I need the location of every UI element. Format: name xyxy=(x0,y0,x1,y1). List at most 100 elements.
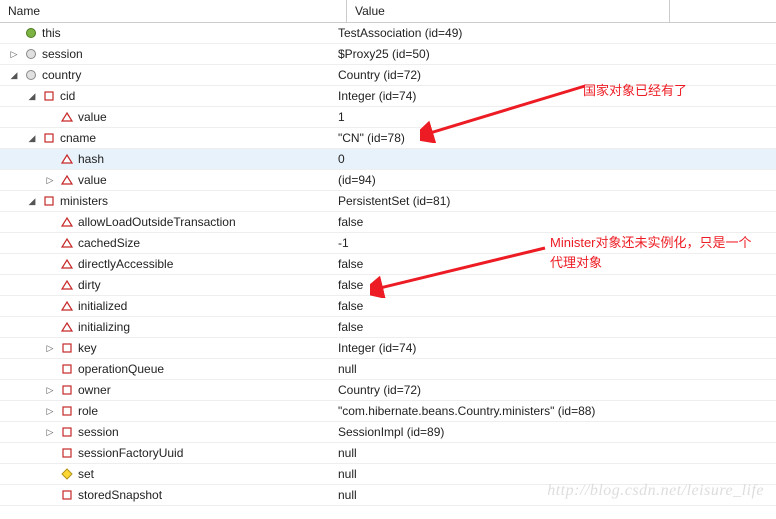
variable-value: Integer (id=74) xyxy=(330,341,776,355)
circle-green-icon xyxy=(24,26,38,40)
triangle-red-icon xyxy=(60,257,74,271)
square-red-icon xyxy=(60,488,74,502)
variable-name: this xyxy=(42,26,61,40)
triangle-red-icon xyxy=(60,236,74,250)
variable-value: $Proxy25 (id=50) xyxy=(330,47,776,61)
expand-right-icon[interactable]: ▷ xyxy=(8,48,20,60)
tree-row[interactable]: operationQueuenull xyxy=(0,359,776,380)
square-red-icon xyxy=(60,383,74,397)
triangle-red-icon xyxy=(60,320,74,334)
triangle-red-icon xyxy=(60,299,74,313)
header-spacer xyxy=(670,0,776,22)
variable-value: Country (id=72) xyxy=(330,68,776,82)
square-red-icon xyxy=(42,194,56,208)
variable-value: 0 xyxy=(330,152,776,166)
variable-name: directlyAccessible xyxy=(78,257,173,271)
square-red-icon xyxy=(60,404,74,418)
variable-name: initialized xyxy=(78,299,127,313)
tree-row[interactable]: hash 0 xyxy=(0,149,776,170)
variable-value: null xyxy=(330,446,776,460)
variable-value: null xyxy=(330,467,776,481)
variable-value: PersistentSet (id=81) xyxy=(330,194,776,208)
variable-name: sessionFactoryUuid xyxy=(78,446,183,460)
tree-row[interactable]: ◢ ministers PersistentSet (id=81) xyxy=(0,191,776,212)
expand-right-icon[interactable]: ▷ xyxy=(44,384,56,396)
expand-down-icon[interactable]: ◢ xyxy=(26,195,38,207)
variable-value: -1 xyxy=(330,236,776,250)
variable-name: value xyxy=(78,110,107,124)
tree-row[interactable]: ▷ownerCountry (id=72) xyxy=(0,380,776,401)
tree-row[interactable]: value 1 xyxy=(0,107,776,128)
variable-value: 1 xyxy=(330,110,776,124)
variable-value: false xyxy=(330,257,776,271)
tree-row[interactable]: initialized false xyxy=(0,296,776,317)
variable-value: null xyxy=(330,362,776,376)
tree-row[interactable]: ▷ role "com.hibernate.beans.Country.minist… xyxy=(0,401,776,422)
variable-name: cname xyxy=(60,131,96,145)
square-red-icon xyxy=(60,446,74,460)
tree-row[interactable]: ▷ value (id=94) xyxy=(0,170,776,191)
variable-name: country xyxy=(42,68,81,82)
tree-row[interactable]: ▷ session $Proxy25 (id=50) xyxy=(0,44,776,65)
triangle-red-icon xyxy=(60,152,74,166)
triangle-red-icon xyxy=(60,215,74,229)
square-red-icon xyxy=(42,89,56,103)
variable-value: Integer (id=74) xyxy=(330,89,776,103)
square-red-icon xyxy=(60,362,74,376)
tree-row[interactable]: directlyAccessible false xyxy=(0,254,776,275)
variable-value: Country (id=72) xyxy=(330,383,776,397)
expand-right-icon[interactable]: ▷ xyxy=(44,174,56,186)
variable-value: false xyxy=(330,215,776,229)
square-red-icon xyxy=(42,131,56,145)
expand-right-icon[interactable]: ▷ xyxy=(44,405,56,417)
expand-right-icon[interactable]: ▷ xyxy=(44,342,56,354)
variable-value: false xyxy=(330,278,776,292)
variable-name: dirty xyxy=(78,278,101,292)
triangle-red-icon xyxy=(60,278,74,292)
variable-name: hash xyxy=(78,152,104,166)
tree-row[interactable]: ▷ session SessionImpl (id=89) xyxy=(0,422,776,443)
header-value[interactable]: Value xyxy=(347,0,670,22)
tree-row[interactable]: storedSnapshot null xyxy=(0,485,776,506)
variable-name: storedSnapshot xyxy=(78,488,162,502)
table-header: Name Value xyxy=(0,0,776,23)
triangle-red-icon xyxy=(60,173,74,187)
variable-value: (id=94) xyxy=(330,173,776,187)
tree-row[interactable]: ◢cname"CN" (id=78) xyxy=(0,128,776,149)
tree-row[interactable]: cachedSize-1 xyxy=(0,233,776,254)
variable-name: value xyxy=(78,173,107,187)
tree-row[interactable]: sessionFactoryUuid null xyxy=(0,443,776,464)
variable-name: set xyxy=(78,467,94,481)
variable-value: null xyxy=(330,488,776,502)
variable-name: initializing xyxy=(78,320,130,334)
diamond-yellow-icon xyxy=(60,467,74,481)
square-red-icon xyxy=(60,341,74,355)
variable-name: session xyxy=(78,425,119,439)
variable-value: "com.hibernate.beans.Country.ministers" … xyxy=(330,404,776,418)
expand-down-icon[interactable]: ◢ xyxy=(26,90,38,102)
tree-row[interactable]: dirty false xyxy=(0,275,776,296)
variable-value: TestAssociation (id=49) xyxy=(330,26,776,40)
variable-name: role xyxy=(78,404,98,418)
tree-row[interactable]: ◢cidInteger (id=74) xyxy=(0,86,776,107)
tree-row[interactable]: ◢ country Country (id=72) xyxy=(0,65,776,86)
triangle-red-icon xyxy=(60,110,74,124)
circle-gray-icon xyxy=(24,47,38,61)
variable-name: ministers xyxy=(60,194,108,208)
expand-down-icon[interactable]: ◢ xyxy=(8,69,20,81)
circle-gray-icon xyxy=(24,68,38,82)
variable-name: allowLoadOutsideTransaction xyxy=(78,215,236,229)
variable-name: key xyxy=(78,341,97,355)
expand-down-icon[interactable]: ◢ xyxy=(26,132,38,144)
tree-row[interactable]: initializing false xyxy=(0,317,776,338)
expand-right-icon[interactable]: ▷ xyxy=(44,426,56,438)
tree-row[interactable]: allowLoadOutsideTransaction false xyxy=(0,212,776,233)
variables-tree: 国家对象已经有了 Minister对象还未实例化，只是一个代理对象 http:/… xyxy=(0,23,776,506)
variable-value: false xyxy=(330,299,776,313)
variable-value: false xyxy=(330,320,776,334)
variable-value: SessionImpl (id=89) xyxy=(330,425,776,439)
tree-row[interactable]: ▷ key Integer (id=74) xyxy=(0,338,776,359)
header-name[interactable]: Name xyxy=(0,0,347,22)
variable-name: session xyxy=(42,47,83,61)
tree-row[interactable]: this TestAssociation (id=49) xyxy=(0,23,776,44)
